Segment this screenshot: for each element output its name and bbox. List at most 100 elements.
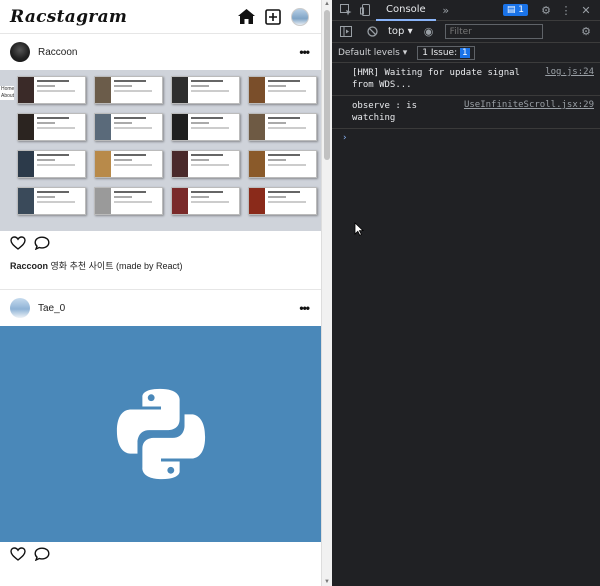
movie-card <box>17 113 86 141</box>
movie-poster <box>95 114 111 140</box>
log-levels-label: Default levels <box>338 47 400 58</box>
console-log-row: [HMR] Waiting for update signal from WDS… <box>332 63 600 96</box>
movie-card <box>171 113 240 141</box>
comment-icon[interactable] <box>34 546 50 566</box>
post-actions <box>0 231 321 259</box>
post-header: Raccoon ••• <box>0 34 321 70</box>
movie-poster <box>18 114 34 140</box>
log-source-link[interactable]: UseInfiniteScroll.jsx:29 <box>464 100 594 124</box>
post-caption: Raccoon 영화 추천 사이트 (made by React) <box>0 259 321 289</box>
movie-card <box>94 187 163 215</box>
issues-button[interactable]: 1 Issue: 1 <box>417 45 475 60</box>
log-message: [HMR] Waiting for update signal from WDS… <box>352 68 520 90</box>
post-image <box>0 326 321 542</box>
app-header: Racstagram <box>0 0 321 34</box>
clear-console-icon[interactable] <box>362 21 382 42</box>
scrollbar-thumb[interactable] <box>324 10 330 160</box>
devtools-tabbar: Console » ▤ 1 ⚙ ⋮ ✕ <box>332 0 600 21</box>
movie-poster <box>172 151 188 177</box>
movie-poster <box>18 188 34 214</box>
movie-card <box>94 76 163 104</box>
context-selector-label: top <box>388 26 405 37</box>
movie-card <box>17 76 86 104</box>
mini-nav-item: About <box>0 93 15 100</box>
log-source-link[interactable]: log.js:24 <box>545 67 594 91</box>
app-viewport: Racstagram Raccoon ••• Home About Raccoo… <box>0 0 321 586</box>
close-icon[interactable]: ✕ <box>576 0 596 21</box>
heart-icon[interactable] <box>10 546 26 566</box>
log-levels-dropdown[interactable]: Default levels ▾ <box>338 48 407 58</box>
movie-poster <box>18 77 34 103</box>
post-image: Home About <box>0 70 321 231</box>
sidebar-toggle-icon[interactable] <box>336 21 356 42</box>
post-actions <box>0 542 321 570</box>
movie-card <box>171 150 240 178</box>
movie-card <box>171 76 240 104</box>
eye-icon[interactable]: ◉ <box>419 21 439 42</box>
movie-poster <box>172 188 188 214</box>
heart-icon[interactable] <box>10 235 26 255</box>
movie-poster <box>18 151 34 177</box>
movie-card <box>94 113 163 141</box>
inspect-element-icon[interactable] <box>336 0 356 21</box>
page-scrollbar[interactable]: ▲ ▼ <box>321 0 332 586</box>
movie-poster <box>249 151 265 177</box>
home-icon[interactable] <box>238 9 255 24</box>
movie-card <box>248 113 317 141</box>
more-options-icon[interactable]: ••• <box>299 301 310 315</box>
movie-card <box>94 150 163 178</box>
tab-console[interactable]: Console <box>376 0 436 21</box>
post-card: Raccoon ••• Home About Raccoon 영화 추천 사이트… <box>0 34 321 290</box>
issues-label: 1 Issue: <box>422 47 458 58</box>
mouse-cursor-icon <box>354 222 364 236</box>
caption-text: 영화 추천 사이트 (made by React) <box>48 261 183 271</box>
profile-avatar[interactable] <box>291 7 309 26</box>
caption-username[interactable]: Raccoon <box>10 261 48 271</box>
movie-card <box>17 187 86 215</box>
post-header: Tae_0 ••• <box>0 290 321 326</box>
avatar[interactable] <box>10 298 30 318</box>
movie-poster <box>172 114 188 140</box>
avatar[interactable] <box>10 42 30 62</box>
issue-badge[interactable]: ▤ 1 <box>502 4 528 16</box>
more-options-icon[interactable]: ••• <box>299 45 310 59</box>
movie-card <box>248 187 317 215</box>
devtools-panel: Console » ▤ 1 ⚙ ⋮ ✕ top ▾ ◉ ⚙ Default le… <box>332 0 600 586</box>
movie-grid <box>17 76 317 215</box>
add-post-icon[interactable] <box>265 8 281 25</box>
app-logo[interactable]: Racstagram <box>10 7 127 27</box>
movie-poster <box>95 188 111 214</box>
console-toolbar: top ▾ ◉ ⚙ <box>332 21 600 43</box>
scroll-down-icon[interactable]: ▼ <box>324 579 330 585</box>
levels-toolbar: Default levels ▾ 1 Issue: 1 <box>332 43 600 63</box>
movie-card <box>171 187 240 215</box>
mini-nav: Home About <box>0 86 14 100</box>
comment-icon[interactable] <box>34 235 50 255</box>
scroll-up-icon[interactable]: ▲ <box>324 1 330 7</box>
settings-gear-icon[interactable]: ⚙ <box>576 21 596 42</box>
log-message: observe : is watching <box>352 101 418 123</box>
issue-badge-count: 1 <box>518 5 524 15</box>
movie-poster <box>249 77 265 103</box>
mini-nav-item: Home <box>0 86 15 93</box>
issues-count: 1 <box>460 47 470 58</box>
console-log-row: observe : is watching UseInfiniteScroll.… <box>332 96 600 129</box>
console-prompt[interactable]: › <box>332 129 600 147</box>
movie-card <box>248 150 317 178</box>
post-username[interactable]: Raccoon <box>38 47 77 58</box>
python-logo-icon <box>116 388 205 480</box>
post-username[interactable]: Tae_0 <box>38 303 65 314</box>
more-tabs-icon[interactable]: » <box>436 0 456 21</box>
device-toolbar-icon[interactable] <box>356 0 376 21</box>
movie-card <box>248 76 317 104</box>
movie-poster <box>249 188 265 214</box>
kebab-menu-icon[interactable]: ⋮ <box>556 0 576 21</box>
movie-poster <box>95 151 111 177</box>
movie-poster <box>249 114 265 140</box>
movie-poster <box>172 77 188 103</box>
filter-input[interactable] <box>444 24 543 39</box>
context-selector[interactable]: top ▾ <box>388 26 413 37</box>
gear-icon[interactable]: ⚙ <box>536 0 556 21</box>
movie-card <box>17 150 86 178</box>
movie-poster <box>95 77 111 103</box>
